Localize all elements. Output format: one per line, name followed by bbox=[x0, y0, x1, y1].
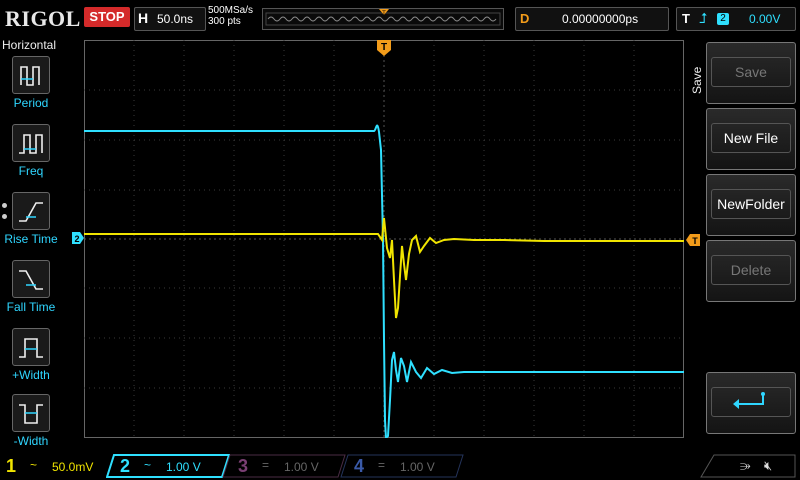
horizontal-label: H bbox=[138, 10, 149, 26]
measure-rise-time[interactable]: Rise Time bbox=[0, 192, 62, 256]
save-menu: Save Save New File NewFolder Delete bbox=[686, 38, 800, 438]
channel-bar: 1 ~ 50.0mV 2 ~ 1.00 V 3 = 1.00 V 4 = 1.0… bbox=[0, 452, 800, 480]
ch3-coupling: = bbox=[262, 458, 270, 472]
delete-label: Delete bbox=[711, 255, 791, 285]
ch2-scale: 1.00 V bbox=[166, 460, 201, 474]
memory-waveform-overview: T bbox=[265, 9, 501, 26]
trigger-position-marker-icon[interactable]: T bbox=[377, 40, 391, 56]
ch4-scale: 1.00 V bbox=[400, 460, 435, 474]
menu-page-indicator bbox=[2, 203, 7, 225]
ch1-number: 1 bbox=[6, 456, 17, 476]
rise-time-icon bbox=[12, 192, 50, 230]
save-button[interactable]: Save bbox=[706, 42, 796, 104]
ch4-number: 4 bbox=[354, 456, 365, 476]
usb-icon: ⭄ bbox=[740, 458, 751, 473]
neg-width-icon bbox=[12, 394, 50, 432]
brand-logo: RIGOL bbox=[5, 6, 81, 31]
measure-neg-width[interactable]: -Width bbox=[0, 394, 62, 458]
pos-width-icon bbox=[12, 328, 50, 366]
run-stop-button[interactable]: STOP bbox=[84, 7, 130, 27]
freq-label: Freq bbox=[18, 164, 44, 178]
ch4-coupling: = bbox=[378, 458, 386, 472]
ch2-number: 2 bbox=[120, 456, 131, 476]
memory-depth: 300 pts bbox=[208, 16, 241, 27]
ch3-status[interactable]: 3 = 1.00 V bbox=[232, 455, 340, 477]
ch1-coupling: ~ bbox=[30, 458, 38, 472]
delay-value: 0.00000000ps bbox=[562, 12, 639, 26]
period-icon bbox=[12, 56, 50, 94]
new-file-button[interactable]: New File bbox=[706, 108, 796, 170]
measure-fall-time[interactable]: Fall Time bbox=[0, 260, 62, 324]
period-label: Period bbox=[13, 96, 49, 110]
ch2-offset-marker-icon[interactable]: 2 bbox=[72, 232, 84, 244]
delete-button[interactable]: Delete bbox=[706, 240, 796, 302]
new-file-label: New File bbox=[711, 123, 791, 153]
freq-icon bbox=[12, 124, 50, 162]
memory-overview-bar[interactable]: T bbox=[262, 8, 504, 30]
waveform-svg bbox=[84, 40, 684, 441]
svg-text:T: T bbox=[381, 42, 387, 53]
ch1-status[interactable]: 1 ~ 50.0mV bbox=[0, 455, 104, 477]
neg-width-label: -Width bbox=[13, 434, 49, 448]
horizontal-measure-menu: Horizontal Period Freq Rise Time Fall Ti… bbox=[0, 38, 62, 452]
timebase-value: 50.0ns bbox=[157, 12, 194, 26]
fall-time-icon bbox=[12, 260, 50, 298]
ch2-coupling: ~ bbox=[144, 458, 152, 472]
rising-edge-icon: ⮥ bbox=[699, 10, 708, 26]
measure-freq[interactable]: Freq bbox=[0, 124, 62, 188]
ch3-number: 3 bbox=[238, 456, 249, 476]
save-label: Save bbox=[711, 57, 791, 87]
rise-time-label: Rise Time bbox=[4, 232, 58, 246]
memory-trigger-letter: T bbox=[382, 11, 386, 17]
svg-text:2: 2 bbox=[74, 234, 79, 244]
trigger-source: 2 bbox=[717, 13, 729, 25]
return-icon bbox=[711, 387, 791, 417]
new-folder-label: NewFolder bbox=[711, 189, 791, 219]
ch4-status[interactable]: 4 = 1.00 V bbox=[348, 455, 456, 477]
trigger-label: T bbox=[682, 11, 690, 26]
sound-muted-icon[interactable]: 🔇︎ bbox=[764, 458, 772, 474]
ch3-scale: 1.00 V bbox=[284, 460, 319, 474]
measure-pos-width[interactable]: +Width bbox=[0, 328, 62, 392]
new-folder-button[interactable]: NewFolder bbox=[706, 174, 796, 236]
trigger-level: 0.00V bbox=[749, 12, 781, 26]
timebase-box[interactable]: H 50.0ns bbox=[134, 7, 206, 31]
delay-box[interactable]: D 0.00000000ps bbox=[515, 7, 669, 31]
menu-title: Horizontal bbox=[2, 38, 57, 52]
fall-time-label: Fall Time bbox=[6, 300, 56, 314]
status-bar: RIGOL STOP H 50.0ns 500MSa/s 300 pts T D… bbox=[0, 0, 800, 36]
pos-width-label: +Width bbox=[12, 368, 50, 382]
ch1-scale: 50.0mV bbox=[52, 460, 94, 474]
ch2-status[interactable]: 2 ~ 1.00 V bbox=[114, 455, 224, 477]
sample-rate: 500MSa/s bbox=[208, 5, 254, 16]
measure-period[interactable]: Period bbox=[0, 56, 62, 120]
return-button[interactable] bbox=[706, 372, 796, 434]
acquisition-info: 500MSa/s 300 pts bbox=[208, 5, 253, 27]
save-menu-title: Save bbox=[690, 66, 704, 94]
delay-label: D bbox=[520, 11, 530, 26]
waveform-display[interactable] bbox=[84, 40, 684, 441]
trigger-box[interactable]: T ⮥ 2 0.00V bbox=[676, 7, 796, 31]
